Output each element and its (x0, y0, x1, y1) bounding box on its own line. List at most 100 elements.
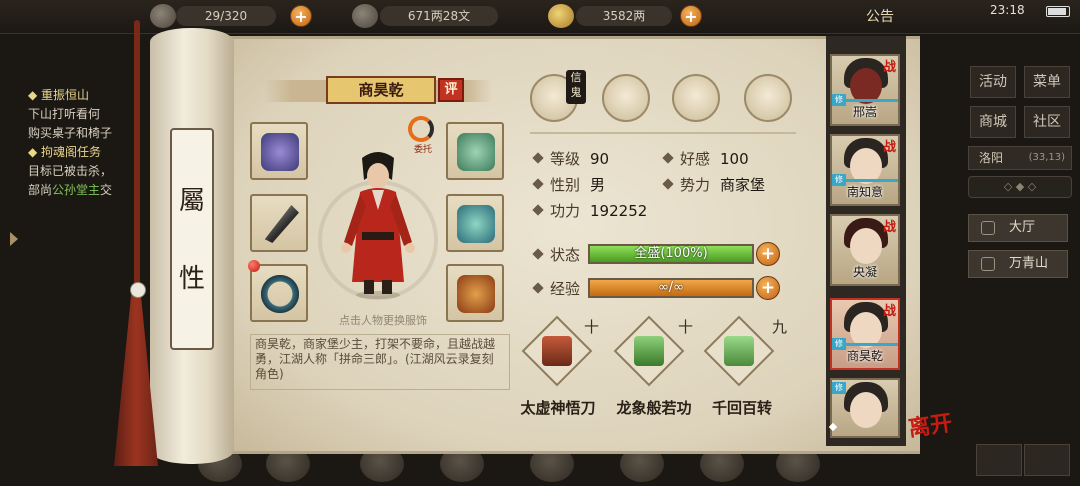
exp-bar: ∞/∞ (588, 278, 754, 298)
attr-status: 状态 (532, 244, 580, 265)
member-name: 南知意 (846, 185, 883, 199)
helmet-icon (457, 133, 495, 171)
level-label: 等级 (550, 150, 581, 168)
jade-scroll-icon (634, 336, 664, 366)
equip-slot-accessory[interactable] (446, 264, 504, 322)
refresh-icon (408, 116, 434, 142)
faction-label: 势力 (680, 176, 711, 194)
character-description: 商昊乾，商家堡少主，打架不要命，且越战越勇，江湖人称「拼命三郎」。(江湖风云录复… (250, 334, 510, 390)
quest-npc-link[interactable]: 公孙堂主 (52, 183, 100, 197)
quest-desc-2b: 部尚 (28, 183, 53, 197)
exp-label: 经验 (550, 280, 581, 298)
yin-yang-icon[interactable] (672, 74, 720, 122)
skill-slot-1[interactable] (521, 315, 593, 387)
quest-title-2: 拘魂阁任务 (41, 145, 102, 159)
side-title-char-2: 性 (178, 264, 205, 294)
scroll-cord (134, 20, 140, 300)
attr-power: 功力 192252 (532, 200, 647, 221)
add-stamina-button[interactable]: + (290, 5, 312, 27)
side-title-char-1: 屬 (178, 186, 205, 216)
skill-level-2: 十 (678, 318, 694, 336)
attr-gender: 性别男 (532, 174, 605, 195)
leave-button[interactable]: 离开 (906, 405, 954, 443)
bottom-right-button-1[interactable] (976, 444, 1022, 476)
attr-exp: 经验 (532, 278, 581, 299)
skill-name-1: 太虚神悟刀 (520, 399, 596, 417)
community-button[interactable]: 社区 (1024, 106, 1070, 138)
home-icon (981, 221, 995, 235)
roster-member-3[interactable]: 战 央凝 (830, 214, 900, 286)
roster-member-5[interactable]: 修 (830, 378, 900, 438)
attr-level: 等级 90 (532, 148, 610, 169)
notice-button[interactable]: 公告 (866, 6, 894, 26)
battery-icon (1046, 6, 1070, 17)
copper-coin-icon (352, 4, 378, 28)
quest-desc-2c: 交 (100, 183, 113, 197)
favor-value: 100 (720, 150, 749, 168)
roster-member-4-selected[interactable]: 战 修 商昊乾 (830, 298, 900, 370)
battle-tag: 战 (882, 60, 896, 75)
coords: (33,13) (1028, 152, 1065, 163)
activity-button[interactable]: 活动 (970, 66, 1016, 98)
city-name: 洛阳 (979, 151, 1004, 165)
bamboo-scroll-icon (724, 336, 754, 366)
shop-button[interactable]: 商城 (970, 106, 1016, 138)
skill-level-3: 九 (772, 318, 788, 336)
equip-slot-armor[interactable] (446, 194, 504, 252)
scroll-book-icon (542, 336, 572, 366)
flag-icon (981, 257, 995, 271)
member-name: 央凝 (852, 265, 877, 279)
menu-button[interactable]: 菜单 (1024, 66, 1070, 98)
change-outfit-hint: 点击人物更换服饰 (339, 314, 427, 327)
silver-counter: 3582两 (576, 6, 672, 26)
status-value: 全盛(100%) (634, 246, 708, 261)
add-silver-button[interactable]: + (680, 5, 702, 27)
notification-dot (248, 260, 260, 272)
trait-icon-2[interactable] (602, 74, 650, 122)
equip-slot-bracelet[interactable] (250, 264, 308, 322)
clock: 23:18 (990, 3, 1025, 17)
stamina-icon (150, 4, 176, 28)
stamina-counter: 29/320 (176, 6, 276, 26)
equip-slot-hat[interactable] (446, 122, 504, 180)
skill-slot-3[interactable] (703, 315, 775, 387)
bottom-right-button-2[interactable] (1024, 444, 1070, 476)
body-meridian-icon[interactable] (744, 74, 792, 122)
member-name: 邢嵩 (852, 105, 877, 119)
quest-title-1: 重振恒山 (41, 88, 90, 102)
skill-level-1: 十 (584, 318, 600, 336)
dest-hall-button[interactable]: 大厅 (968, 214, 1068, 242)
cultivate-tag: 修 (832, 382, 846, 394)
roster-member-2[interactable]: 战 修 南知意 (830, 134, 900, 206)
quest-tracker[interactable]: ◆ 重振恒山 下山打听看何 购买桌子和椅子 ◆ 拘魂阁任务 目标已被击杀， 部尚… (28, 86, 168, 200)
gauntlet-icon (261, 133, 299, 171)
top-bar: 29/320 + 671两28文 3582两 + 公告 23:18 (0, 0, 1080, 34)
equip-slot-weapon[interactable] (250, 194, 308, 252)
skill-slot-2[interactable] (613, 315, 685, 387)
delegate-button[interactable]: 委托 (408, 116, 436, 155)
pendant-icon (457, 275, 495, 313)
dest-hall-label: 大厅 (1009, 220, 1036, 235)
dest-mountain-button[interactable]: 万青山 (968, 250, 1068, 278)
location-label: 洛阳 (33,13) (968, 146, 1072, 170)
power-label: 功力 (550, 202, 581, 220)
level-value: 90 (590, 150, 610, 168)
skill-name-2: 龙象般若功 (616, 399, 692, 417)
character-figure[interactable] (332, 150, 424, 300)
equip-slot-gloves[interactable] (250, 122, 308, 180)
blade-icon (264, 205, 299, 243)
battle-tag: 战 (882, 220, 896, 235)
evaluate-button[interactable]: 评 (438, 78, 464, 102)
add-exp-button[interactable]: + (756, 276, 780, 300)
quest-desc-2: 目标已被击杀， (28, 164, 113, 178)
favor-label: 好感 (680, 150, 711, 168)
expand-arrow-icon[interactable] (10, 232, 18, 246)
exp-value: ∞/∞ (657, 280, 685, 295)
tassel-bead (130, 282, 146, 298)
gender-label: 性别 (550, 176, 581, 194)
divider (530, 132, 796, 134)
restore-status-button[interactable]: + (756, 242, 780, 266)
copper-counter: 671两28文 (380, 6, 498, 26)
map-tabs[interactable]: ◇ ◆ ◇ (968, 176, 1072, 198)
roster-member-1[interactable]: 战 修 邢嵩 (830, 54, 900, 126)
